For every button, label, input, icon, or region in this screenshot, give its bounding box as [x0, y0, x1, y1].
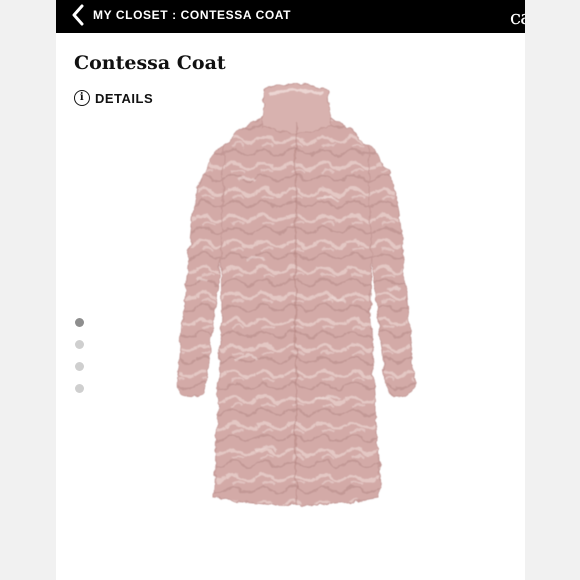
top-navigation-bar: MY CLOSET : CONTESSA COAT ca [56, 0, 525, 33]
image-dot-2[interactable] [75, 340, 84, 349]
details-label: DETAILS [95, 90, 154, 106]
info-icon: i [74, 90, 90, 106]
product-title: Contessa Coat [74, 52, 226, 74]
image-dot-4[interactable] [75, 384, 84, 393]
product-image[interactable] [166, 80, 426, 512]
chevron-left-icon [72, 4, 84, 26]
back-button[interactable] [67, 3, 89, 27]
product-page: MY CLOSET : CONTESSA COAT ca Contessa Co… [56, 0, 525, 580]
image-dot-3[interactable] [75, 362, 84, 371]
image-dot-1[interactable] [75, 318, 84, 327]
image-pagination [75, 318, 84, 393]
breadcrumb[interactable]: MY CLOSET : CONTESSA COAT [93, 8, 291, 22]
brand-logo[interactable]: ca [510, 5, 525, 29]
details-link[interactable]: i DETAILS [74, 90, 153, 106]
